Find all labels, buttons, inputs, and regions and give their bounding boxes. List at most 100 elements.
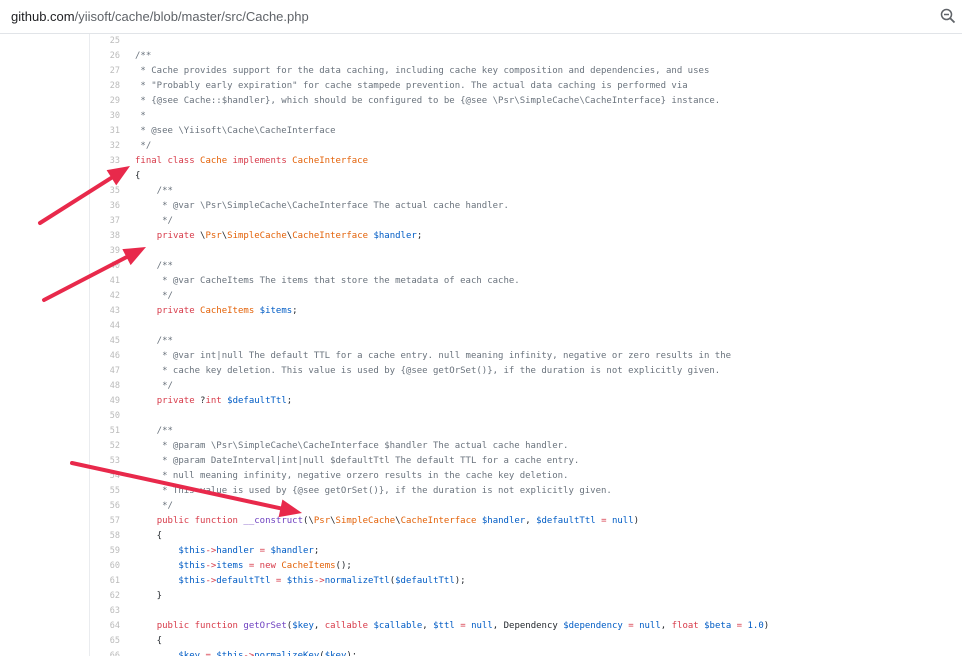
code-text: { xyxy=(135,171,141,181)
code-text: * null meaning infinity, negative orzero… xyxy=(135,471,569,481)
code-line: 37 */ xyxy=(0,214,962,229)
code-line: 40 /** xyxy=(0,259,962,274)
line-number[interactable]: 40 xyxy=(100,259,120,274)
code-line: 45 /** xyxy=(0,334,962,349)
address-bar[interactable]: github.com/yiisoft/cache/blob/master/src… xyxy=(0,0,962,34)
line-number[interactable]: 56 xyxy=(100,499,120,514)
line-number[interactable]: 32 xyxy=(100,139,120,154)
code-line: 47 * cache key deletion. This value is u… xyxy=(0,364,962,379)
line-number[interactable]: 52 xyxy=(100,439,120,454)
code-line: 42 */ xyxy=(0,289,962,304)
line-number[interactable]: 29 xyxy=(100,94,120,109)
line-number[interactable]: 59 xyxy=(100,544,120,559)
code-text: /** xyxy=(135,51,152,61)
code-text: */ xyxy=(135,291,173,301)
line-number[interactable]: 34 xyxy=(100,169,120,184)
line-number[interactable]: 25 xyxy=(100,34,120,49)
code-line: 27 * Cache provides support for the data… xyxy=(0,64,962,79)
line-number[interactable]: 64 xyxy=(100,619,120,634)
code-text: $key = $this->normalizeKey($key); xyxy=(178,651,358,656)
line-number[interactable]: 37 xyxy=(100,214,120,229)
code-line: 61 $this->defaultTtl = $this->normalizeT… xyxy=(0,574,962,589)
code-line: 56 */ xyxy=(0,499,962,514)
code-text: /** xyxy=(135,426,173,436)
code-text: public function __construct(\Psr\SimpleC… xyxy=(156,516,640,526)
line-number[interactable]: 54 xyxy=(100,469,120,484)
code-line: 39 xyxy=(0,244,962,259)
line-number[interactable]: 27 xyxy=(100,64,120,79)
code-line: 33 final class Cache implements CacheInte… xyxy=(0,154,962,169)
code-line: 35 /** xyxy=(0,184,962,199)
code-line: 57 public function __construct(\Psr\Simp… xyxy=(0,514,962,529)
code-text: final class Cache implements CacheInterf… xyxy=(135,156,369,166)
line-number[interactable]: 44 xyxy=(100,319,120,334)
line-number[interactable]: 55 xyxy=(100,484,120,499)
code-text: * This value is used by {@see getOrSet()… xyxy=(135,486,612,496)
code-text: */ xyxy=(135,216,173,226)
code-line: 43 private CacheItems $items; xyxy=(0,304,962,319)
code-line: 41 * @var CacheItems The items that stor… xyxy=(0,274,962,289)
line-number[interactable]: 36 xyxy=(100,199,120,214)
line-number[interactable]: 42 xyxy=(100,289,120,304)
code-text: /** xyxy=(135,186,173,196)
line-number[interactable]: 57 xyxy=(100,514,120,529)
url-host: github.com xyxy=(11,9,75,24)
code-text: * Cache provides support for the data ca… xyxy=(135,66,710,76)
line-number[interactable]: 48 xyxy=(100,379,120,394)
line-number[interactable]: 30 xyxy=(100,109,120,124)
code-text: private ?int $defaultTtl; xyxy=(156,396,293,406)
code-text: * xyxy=(135,111,146,121)
line-number[interactable]: 62 xyxy=(100,589,120,604)
code-line: 34 { xyxy=(0,169,962,184)
line-number[interactable]: 41 xyxy=(100,274,120,289)
code-text: * @var \Psr\SimpleCache\CacheInterface T… xyxy=(135,201,509,211)
line-number[interactable]: 43 xyxy=(100,304,120,319)
code-text: */ xyxy=(135,501,173,511)
code-text: * @param DateInterval|int|null $defaultT… xyxy=(135,456,580,466)
line-number[interactable]: 45 xyxy=(100,334,120,349)
line-number[interactable]: 38 xyxy=(100,229,120,244)
code-line: 59 $this->handler = $handler; xyxy=(0,544,962,559)
line-number[interactable]: 61 xyxy=(100,574,120,589)
code-line: 31 * @see \Yiisoft\Cache\CacheInterface xyxy=(0,124,962,139)
code-line: 36 * @var \Psr\SimpleCache\CacheInterfac… xyxy=(0,199,962,214)
line-number[interactable]: 35 xyxy=(100,184,120,199)
code-text: * @param \Psr\SimpleCache\CacheInterface… xyxy=(135,441,569,451)
code-text: /** xyxy=(135,261,173,271)
line-number[interactable]: 26 xyxy=(100,49,120,64)
code-line: 51 /** xyxy=(0,424,962,439)
line-number[interactable]: 47 xyxy=(100,364,120,379)
line-number[interactable]: 31 xyxy=(100,124,120,139)
line-number[interactable]: 49 xyxy=(100,394,120,409)
url-text[interactable]: github.com/yiisoft/cache/blob/master/src… xyxy=(11,9,309,24)
code-line: 26 /** xyxy=(0,49,962,64)
code-line: 58 { xyxy=(0,529,962,544)
line-number[interactable]: 58 xyxy=(100,529,120,544)
code-text: */ xyxy=(135,141,152,151)
code-line: 38 private \Psr\SimpleCache\CacheInterfa… xyxy=(0,229,962,244)
line-number[interactable]: 28 xyxy=(100,79,120,94)
code-text: private CacheItems $items; xyxy=(156,306,298,316)
line-number[interactable]: 60 xyxy=(100,559,120,574)
code-text: { xyxy=(135,531,163,541)
magnifier-minus-icon[interactable] xyxy=(940,8,956,24)
line-number[interactable]: 33 xyxy=(100,154,120,169)
line-number[interactable]: 50 xyxy=(100,409,120,424)
code-text: { xyxy=(135,636,163,646)
code-line: 32 */ xyxy=(0,139,962,154)
code-line: 64 public function getOrSet($key, callab… xyxy=(0,619,962,634)
code-text: * @var int|null The default TTL for a ca… xyxy=(135,351,732,361)
line-number[interactable]: 63 xyxy=(100,604,120,619)
code-line: 53 * @param DateInterval|int|null $defau… xyxy=(0,454,962,469)
code-viewer[interactable]: 25 26 /** 27 * Cache provides support for t… xyxy=(0,34,962,656)
line-number[interactable]: 39 xyxy=(100,244,120,259)
line-number[interactable]: 65 xyxy=(100,634,120,649)
code-line: 30 * xyxy=(0,109,962,124)
line-number[interactable]: 46 xyxy=(100,349,120,364)
code-line: 62 } xyxy=(0,589,962,604)
code-text: * "Probably early expiration" for cache … xyxy=(135,81,688,91)
line-number[interactable]: 51 xyxy=(100,424,120,439)
code-line: 46 * @var int|null The default TTL for a… xyxy=(0,349,962,364)
line-number[interactable]: 53 xyxy=(100,454,120,469)
line-number[interactable]: 66 xyxy=(100,649,120,656)
